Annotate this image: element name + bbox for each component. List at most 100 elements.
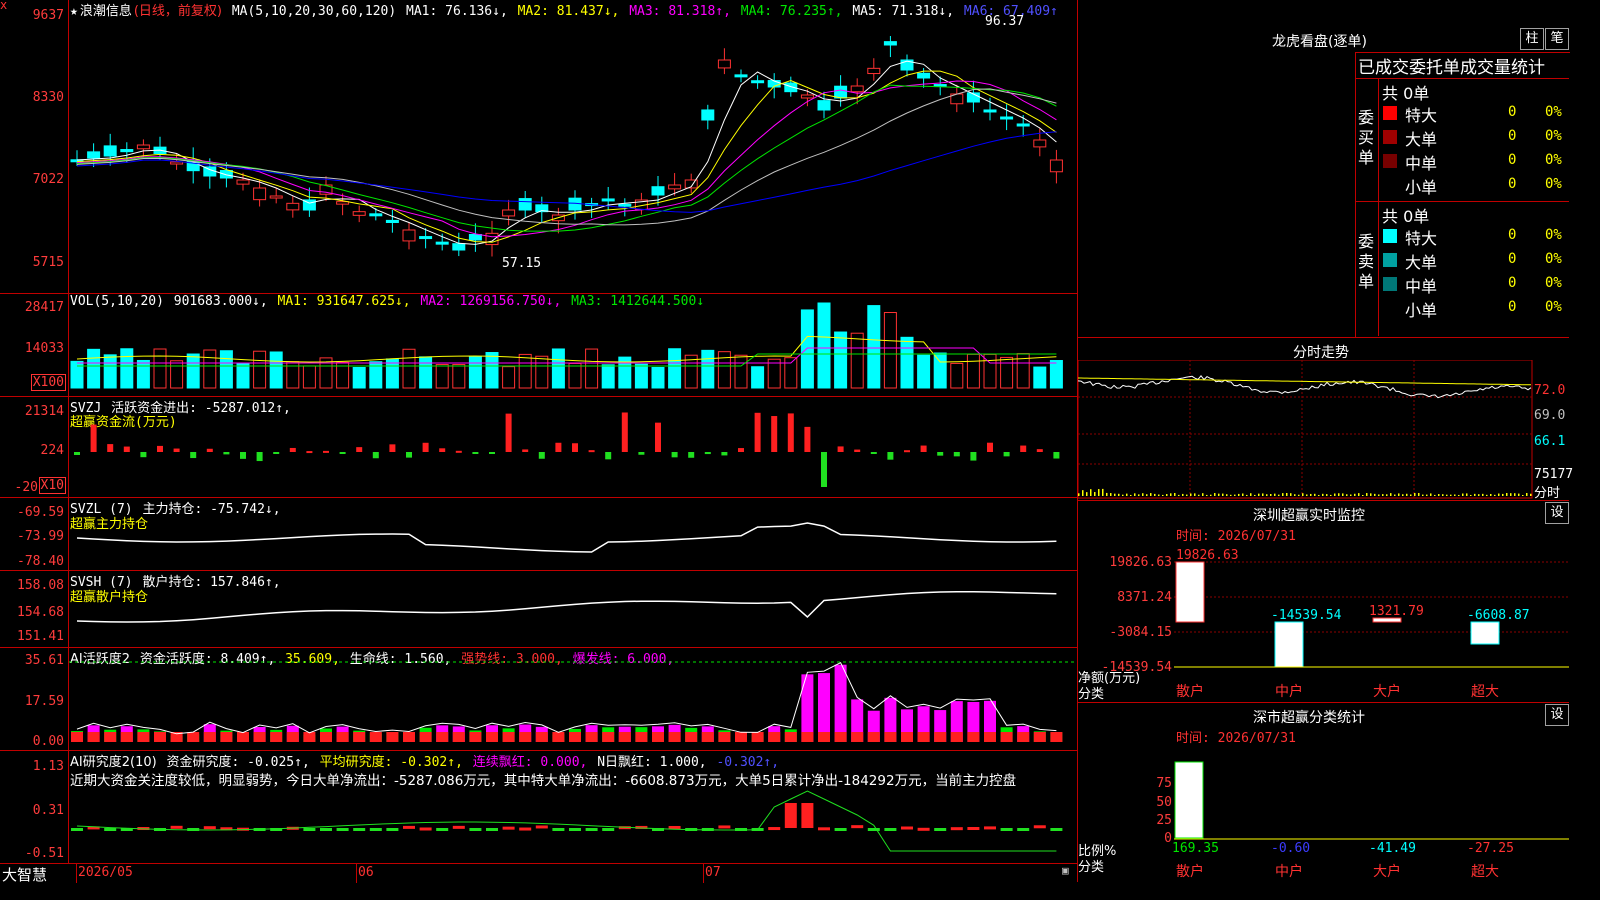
intraday-volume-bar bbox=[1302, 493, 1304, 496]
ai-activity-chart[interactable] bbox=[69, 648, 1077, 750]
main-chart-panel[interactable]: x ★ 浪潮信息 (日线，前复权) MA(5,10,20,30,60,120) MA… bbox=[0, 0, 1077, 294]
candle-body bbox=[419, 236, 433, 240]
intraday-volume-bar bbox=[1174, 493, 1176, 496]
bar-mode-button[interactable]: 柱 bbox=[1520, 28, 1544, 50]
cls-y-label: 50 bbox=[1156, 795, 1172, 810]
sz-category-label: 中户 bbox=[1275, 683, 1303, 700]
sz-monitor-chart[interactable]: 19826.63 8371.24 -3084.15 -14539.54 19826.63… bbox=[1078, 540, 1569, 700]
intraday-volume-bar bbox=[1506, 493, 1508, 496]
volume-bar bbox=[950, 362, 964, 389]
intraday-volume-bar bbox=[1206, 494, 1208, 496]
svzj-panel[interactable]: SVZJ 活跃资金进出: -5287.012↑, 超赢资金流(万元) 21314… bbox=[0, 397, 1077, 498]
activity-base-bar bbox=[502, 732, 515, 742]
money-flow-bar bbox=[157, 445, 163, 452]
svzl-chart[interactable] bbox=[69, 498, 1077, 570]
sz-category-label: 大户 bbox=[1373, 683, 1401, 700]
research-bar bbox=[369, 828, 382, 831]
research-bar bbox=[784, 803, 797, 828]
money-flow-bar bbox=[289, 447, 296, 452]
volume-bar bbox=[136, 359, 150, 389]
activity-base-bar bbox=[452, 732, 465, 742]
cls-stats-chart[interactable]: 75 50 25 0169.35 散户 -0.60 中户 -41.49 大户 -27.25 超大 bbox=[1078, 742, 1569, 882]
intraday-chart[interactable] bbox=[1078, 360, 1569, 500]
candle-body bbox=[1049, 159, 1063, 173]
intraday-volume-bar bbox=[1498, 493, 1500, 496]
sell-orders-label: 委卖单 bbox=[1358, 232, 1375, 291]
intraday-volume-bar bbox=[1510, 493, 1512, 496]
candle-body bbox=[734, 74, 748, 78]
svzj-chart[interactable] bbox=[69, 397, 1077, 497]
research-bar bbox=[569, 828, 581, 831]
tab-executed[interactable]: 已成交 bbox=[1358, 53, 1409, 78]
intraday-volume-bar bbox=[1190, 493, 1192, 496]
intraday-volume-bar bbox=[1502, 493, 1504, 496]
ma-line-4 bbox=[76, 84, 1057, 232]
money-flow-bar bbox=[306, 451, 313, 454]
pen-mode-button[interactable]: 笔 bbox=[1545, 28, 1569, 50]
lock-icon[interactable]: ▣ bbox=[1062, 864, 1069, 877]
high-price-label: 96.37 bbox=[985, 14, 1025, 29]
activity-base-bar bbox=[1017, 732, 1030, 742]
tab-volume-stats[interactable]: 成交量统计 bbox=[1460, 53, 1545, 78]
svsh-chart[interactable] bbox=[69, 571, 1077, 647]
intraday-volume-bar bbox=[1306, 494, 1308, 496]
svsh-panel[interactable]: SVSH (7) 散户持仓: 157.846↑, 超赢散户持仓 158.08 1… bbox=[0, 571, 1077, 648]
volume-bar bbox=[634, 363, 648, 389]
money-flow-bar bbox=[937, 452, 944, 456]
intraday-volume-bar bbox=[1198, 494, 1200, 496]
research-bar bbox=[1017, 828, 1030, 831]
candle-body bbox=[883, 41, 897, 46]
volume-chart[interactable] bbox=[69, 294, 1077, 396]
intraday-volume-bar bbox=[1210, 494, 1212, 496]
candle-body bbox=[618, 203, 632, 207]
volume-panel[interactable]: VOL(5,10,20) 901683.000↓, MA1: 931647.62… bbox=[0, 294, 1077, 397]
research-bar bbox=[901, 826, 913, 830]
intraday-volume-bar bbox=[1490, 493, 1492, 496]
money-flow-bar bbox=[140, 452, 147, 458]
intraday-volume-bar bbox=[1290, 493, 1292, 496]
money-flow-bar bbox=[406, 452, 412, 458]
research-bar bbox=[170, 825, 183, 829]
money-flow-bar bbox=[738, 448, 744, 452]
cls-axis-label2: 分类 bbox=[1078, 860, 1105, 875]
order-size-label: 大单 bbox=[1405, 253, 1438, 272]
money-flow-bar bbox=[605, 452, 612, 460]
ai-research-panel[interactable]: AI研究度2(10) 资金研究度: -0.025↑, 平均研究度: -0.302… bbox=[0, 751, 1077, 863]
intraday-volume-bar bbox=[1514, 493, 1516, 496]
volume-bar bbox=[817, 302, 831, 389]
research-bar bbox=[884, 828, 897, 831]
main-holding-line bbox=[76, 522, 1057, 553]
intraday-volume-bar bbox=[1394, 494, 1396, 496]
research-bar bbox=[486, 828, 498, 831]
ai-research-chart[interactable] bbox=[69, 751, 1077, 863]
cls-settings-button[interactable]: 设 bbox=[1545, 704, 1569, 726]
activity-base-bar bbox=[419, 732, 432, 742]
intraday-volume-bar bbox=[1270, 493, 1272, 496]
intraday-volume-bar bbox=[1438, 494, 1440, 496]
activity-base-bar bbox=[652, 732, 664, 742]
order-count: 0 bbox=[1508, 275, 1517, 291]
ma-line-3 bbox=[76, 80, 1057, 238]
ai-activity-panel[interactable]: AI活跃度2 资金活跃度: 8.409↑, 35.609, 生命线: 1.560… bbox=[0, 648, 1077, 751]
money-flow-bar bbox=[273, 452, 280, 454]
order-count: 0 bbox=[1508, 299, 1517, 315]
candlestick-chart[interactable] bbox=[69, 0, 1077, 293]
tab-orders[interactable]: 委托单 bbox=[1409, 53, 1460, 78]
intraday-volume-bar bbox=[1218, 493, 1220, 496]
activity-base-bar bbox=[120, 732, 133, 742]
activity-base-bar bbox=[436, 732, 449, 742]
activity-base-bar bbox=[984, 732, 996, 742]
intraday-volume-bar bbox=[1102, 488, 1104, 496]
intraday-volume-bar bbox=[1470, 494, 1472, 496]
candle-body bbox=[253, 187, 267, 201]
cls-stats-title: 深市超赢分类统计 bbox=[1253, 710, 1365, 726]
intraday-volume-bar bbox=[1466, 493, 1468, 496]
money-flow-bar bbox=[439, 448, 446, 452]
sz-settings-button[interactable]: 设 bbox=[1545, 502, 1569, 524]
intraday-volume-bar bbox=[1526, 493, 1528, 496]
research-bar bbox=[867, 828, 880, 831]
research-bar bbox=[502, 826, 515, 830]
intraday-title: 分时走势 bbox=[1293, 345, 1349, 361]
candle-body bbox=[518, 198, 532, 211]
svzl-panel[interactable]: SVZL (7) 主力持仓: -75.742↓, 超赢主力持仓 -69.59 -… bbox=[0, 498, 1077, 571]
